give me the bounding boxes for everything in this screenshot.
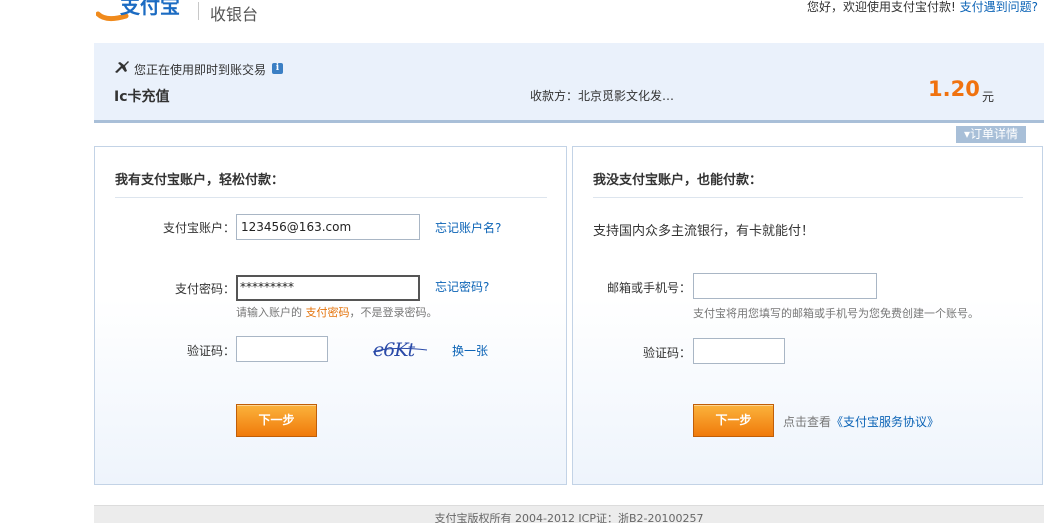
captcha-input[interactable]	[236, 336, 328, 362]
payee-text: 收款方：北京觅影文化发…	[530, 89, 675, 103]
amount-unit: 元	[982, 90, 995, 104]
agreement-line: 点击查看《支付宝服务协议》	[783, 413, 939, 430]
forgot-password-link[interactable]: 忘记密码?	[435, 278, 489, 295]
order-detail-toggle[interactable]: ▾订单详情	[956, 126, 1026, 143]
contact-input[interactable]	[693, 273, 877, 299]
transaction-mode-text: 您正在使用即时到账交易	[134, 63, 267, 77]
login-next-button[interactable]: 下一步	[236, 404, 317, 437]
guest-card-title: 我没支付宝账户，也能付款：	[593, 173, 763, 188]
account-input[interactable]: 123456@163.com	[236, 214, 420, 240]
captcha-image[interactable]: e6Kt	[371, 336, 431, 362]
alipay-login-card: 我有支付宝账户，轻松付款： 支付宝账户： 123456@163.com 忘记账户…	[94, 146, 567, 485]
greeting-text: 您好，欢迎使用支付宝付款!	[806, 0, 956, 14]
footer: 支付宝版权所有 2004-2012 ICP证：浙B2-20100257	[94, 505, 1044, 523]
password-label: 支付密码：	[174, 282, 235, 296]
order-detail-label: 订单详情	[970, 127, 1019, 141]
service-agreement-link[interactable]: 《支付宝服务协议》	[831, 415, 939, 429]
password-hint-suffix: ，不是登录密码。	[349, 306, 438, 319]
password-hint: 请输入账户的 支付密码，不是登录密码。	[236, 304, 438, 320]
guest-next-button[interactable]: 下一步	[693, 404, 774, 437]
contact-label: 邮箱或手机号：	[606, 281, 691, 295]
top-right-bar: 您好，欢迎使用支付宝付款! 支付遇到问题?	[807, 0, 1038, 15]
guest-captcha-label: 验证码：	[642, 346, 691, 360]
plane-icon	[115, 61, 129, 73]
guest-intro-text: 支持国内众多主流银行，有卡就能付！	[593, 224, 815, 239]
cashier-title: 收银台	[210, 5, 259, 24]
svg-text:支付宝: 支付宝	[120, 0, 180, 18]
logo-divider	[198, 2, 199, 20]
password-hint-prefix: 请输入账户的	[236, 306, 302, 319]
login-card-title: 我有支付宝账户，轻松付款：	[115, 173, 285, 188]
help-link[interactable]: 支付遇到问题?	[960, 0, 1038, 14]
footer-copyright: 支付宝版权所有 2004-2012 ICP证：浙B2-20100257	[434, 512, 704, 523]
guest-captcha-input[interactable]	[693, 338, 785, 364]
account-label: 支付宝账户：	[162, 221, 235, 235]
contact-hint: 支付宝将用您填写的邮箱或手机号为您免费创建一个账号。	[693, 307, 979, 320]
captcha-label: 验证码：	[186, 344, 235, 358]
login-card-divider	[115, 197, 547, 198]
order-title: Ic卡充值	[114, 89, 170, 105]
agreement-prefix: 点击查看	[783, 415, 832, 429]
alipay-logo[interactable]: 支付宝	[96, 0, 188, 24]
guest-card-divider	[593, 197, 1023, 198]
order-summary-panel: 您正在使用即时到账交易 i Ic卡充值 收款方：北京觅影文化发… 1.20 元	[94, 43, 1044, 123]
password-hint-highlight: 支付密码	[305, 306, 350, 319]
info-icon[interactable]: i	[272, 63, 283, 74]
refresh-captcha-link[interactable]: 换一张	[452, 342, 488, 359]
forgot-account-link[interactable]: 忘记账户名?	[435, 219, 501, 236]
order-amount: 1.20	[928, 77, 980, 101]
guest-pay-card: 我没支付宝账户，也能付款： 支持国内众多主流银行，有卡就能付！ 邮箱或手机号： …	[572, 146, 1043, 485]
password-input[interactable]: *********	[236, 275, 420, 301]
